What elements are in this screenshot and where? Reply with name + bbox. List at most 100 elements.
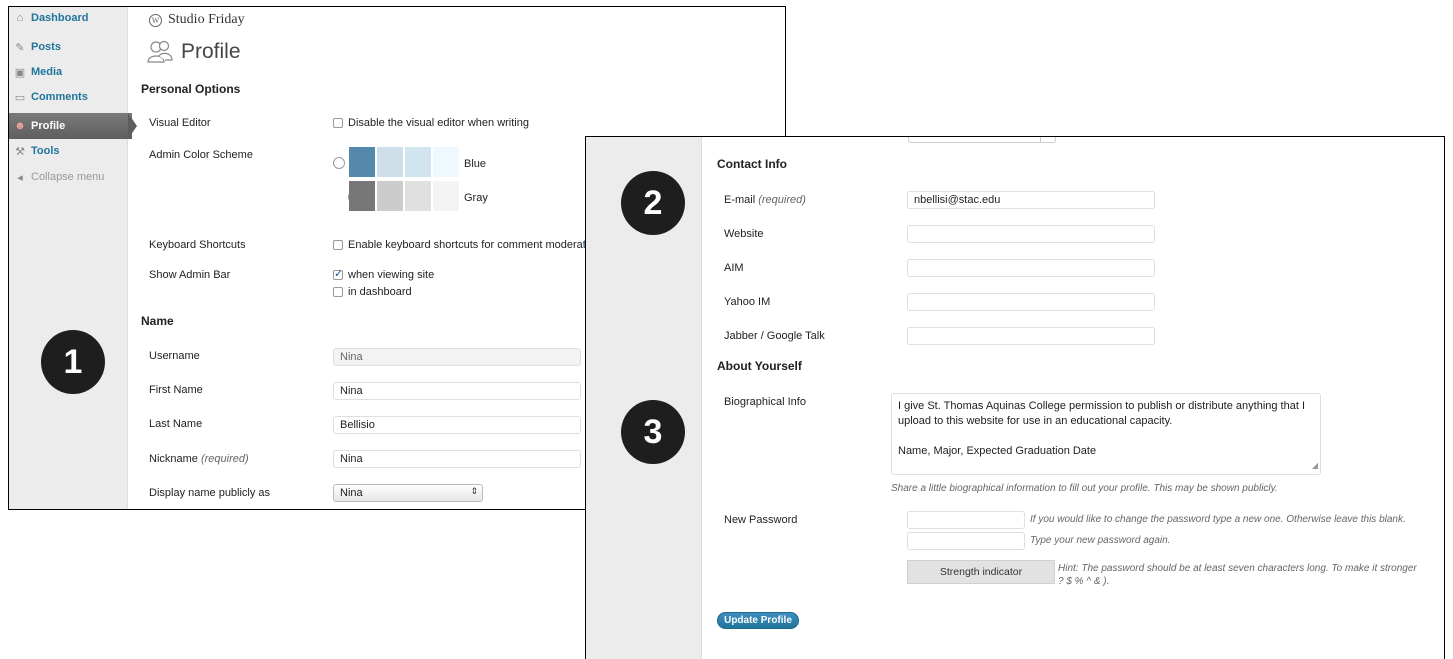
jabber-label: Jabber / Google Talk — [724, 330, 825, 342]
sidebar-item-label: Media — [31, 66, 63, 78]
keyboard-shortcuts-option[interactable]: Enable keyboard shortcuts for comment mo… — [333, 239, 604, 251]
step-badge-2: 2 — [621, 171, 685, 235]
about-yourself-heading: About Yourself — [717, 359, 802, 373]
admin-bar-dashboard-label: in dashboard — [348, 286, 412, 298]
strength-indicator: Strength indicator — [907, 560, 1055, 584]
bio-textarea[interactable]: I give St. Thomas Aquinas College permis… — [891, 393, 1321, 475]
nickname-field[interactable]: Nina — [333, 450, 581, 468]
media-icon: ▣ — [14, 66, 26, 79]
display-name-label: Display name publicly as — [149, 487, 271, 499]
sidebar-item-label: Dashboard — [31, 12, 89, 24]
first-name-label: First Name — [149, 384, 203, 396]
website-label: Website — [724, 228, 764, 240]
select-arrows-icon: ⇕ — [470, 486, 478, 496]
step-badge-1: 1 — [41, 330, 105, 394]
site-name: Studio Friday — [168, 12, 245, 27]
scheme-name-gray: Gray — [464, 192, 488, 204]
jabber-field[interactable] — [907, 327, 1155, 345]
sidebar-item-comments[interactable]: ▭ Comments — [9, 86, 128, 108]
aim-label: AIM — [724, 262, 744, 274]
resize-handle-icon[interactable]: ◢ — [1312, 458, 1318, 473]
profile-icon — [147, 40, 173, 63]
scheme-swatch — [433, 147, 459, 177]
active-menu-arrow — [128, 113, 137, 139]
sidebar-item-label: Comments — [31, 91, 88, 103]
site-title[interactable]: W Studio Friday — [149, 12, 245, 28]
scheme-swatch — [405, 181, 431, 211]
visual-editor-option-label: Disable the visual editor when writing — [348, 117, 529, 129]
sidebar-item-label: Profile — [31, 120, 66, 132]
scheme-swatch — [377, 147, 403, 177]
admin-bar-dashboard-option[interactable]: in dashboard — [333, 286, 412, 298]
sidebar-item-dashboard[interactable]: ⌂ Dashboard — [9, 7, 128, 29]
profile-window-contact: Contact Info E-mail (required) nbellisi@… — [585, 136, 1445, 659]
display-name-select[interactable]: Nina ⇕ — [333, 484, 483, 502]
admin-sidebar: ⌂ Dashboard ✎ Posts ▣ Media ▭ Comments ☻… — [9, 7, 132, 509]
personal-options-heading: Personal Options — [141, 82, 241, 96]
username-label: Username — [149, 350, 200, 362]
username-field[interactable]: Nina — [333, 348, 581, 366]
sidebar-item-media[interactable]: ▣ Media — [9, 61, 128, 83]
confirm-password-field[interactable] — [907, 532, 1025, 550]
bio-text-line: I give St. Thomas Aquinas College permis… — [898, 400, 1306, 412]
scheme-name-blue: Blue — [464, 158, 487, 170]
visual-editor-checkbox[interactable] — [333, 118, 343, 128]
scheme-swatch — [433, 181, 459, 211]
strength-hint: Hint: The password should be at least se… — [1058, 562, 1417, 588]
first-name-field[interactable]: Nina — [333, 382, 581, 400]
scheme-swatch — [405, 147, 431, 177]
sidebar-item-label: Tools — [31, 145, 60, 157]
yahoo-label: Yahoo IM — [724, 296, 771, 308]
admin-bar-dashboard-checkbox[interactable] — [333, 287, 343, 297]
password-hint: If you would like to change the password… — [1030, 514, 1406, 525]
nickname-label-text: Nickname — [149, 453, 198, 465]
strength-hint-line: ? $ % ^ & ). — [1058, 576, 1110, 587]
comment-icon: ▭ — [14, 91, 26, 104]
new-password-field[interactable] — [907, 511, 1025, 529]
sidebar-item-profile[interactable]: ☻ Profile — [9, 113, 132, 139]
keyboard-shortcuts-checkbox[interactable] — [333, 240, 343, 250]
scheme-swatch — [349, 181, 375, 211]
color-scheme-label: Admin Color Scheme — [149, 149, 253, 161]
admin-bar-viewing-site-checkbox[interactable] — [333, 267, 343, 280]
last-name-field[interactable]: Bellisio — [333, 416, 581, 434]
sidebar-item-posts[interactable]: ✎ Posts — [9, 36, 128, 58]
update-profile-button[interactable]: Update Profile — [717, 612, 799, 629]
required-note: (required) — [758, 194, 806, 206]
name-heading: Name — [141, 314, 174, 328]
admin-bar-viewing-site-option[interactable]: when viewing site — [333, 267, 435, 281]
admin-bar-label: Show Admin Bar — [149, 269, 231, 281]
select-field-partial[interactable] — [908, 137, 1056, 143]
new-password-label: New Password — [724, 514, 798, 526]
wordpress-icon: W — [149, 13, 162, 27]
bio-text-line: upload to this website for use in an edu… — [898, 415, 1173, 427]
collapse-arrow-icon: ◂ — [17, 171, 23, 184]
password-confirm-hint: Type your new password again. — [1030, 535, 1171, 546]
collapse-menu-button[interactable]: ◂ Collapse menu — [9, 166, 128, 188]
contact-info-heading: Contact Info — [717, 157, 787, 171]
email-field[interactable]: nbellisi@stac.edu — [907, 191, 1155, 209]
page-title: Profile — [147, 40, 241, 64]
visual-editor-label: Visual Editor — [149, 117, 211, 129]
last-name-label: Last Name — [149, 418, 203, 430]
bio-hint: Share a little biographical information … — [891, 483, 1278, 494]
tools-icon: ⚒ — [15, 145, 25, 158]
nickname-label: Nickname (required) — [149, 453, 249, 465]
keyboard-shortcuts-label: Keyboard Shortcuts — [149, 239, 246, 251]
page-title-text: Profile — [181, 40, 241, 63]
sidebar-item-label: Posts — [31, 41, 61, 53]
strength-hint-line: Hint: The password should be at least se… — [1058, 563, 1417, 574]
visual-editor-option[interactable]: Disable the visual editor when writing — [333, 117, 529, 129]
collapse-menu-label: Collapse menu — [31, 171, 105, 183]
keyboard-shortcuts-option-label: Enable keyboard shortcuts for comment mo… — [348, 239, 604, 251]
pin-icon: ✎ — [15, 41, 25, 54]
yahoo-field[interactable] — [907, 293, 1155, 311]
aim-field[interactable] — [907, 259, 1155, 277]
scheme-swatch — [377, 181, 403, 211]
display-name-selected: Nina — [340, 487, 363, 499]
admin-bar-viewing-site-label: when viewing site — [348, 269, 435, 281]
website-field[interactable] — [907, 225, 1155, 243]
sidebar-item-tools[interactable]: ⚒ Tools — [9, 140, 128, 162]
scheme-radio-blue[interactable] — [333, 157, 345, 169]
required-note: (required) — [200, 453, 249, 465]
